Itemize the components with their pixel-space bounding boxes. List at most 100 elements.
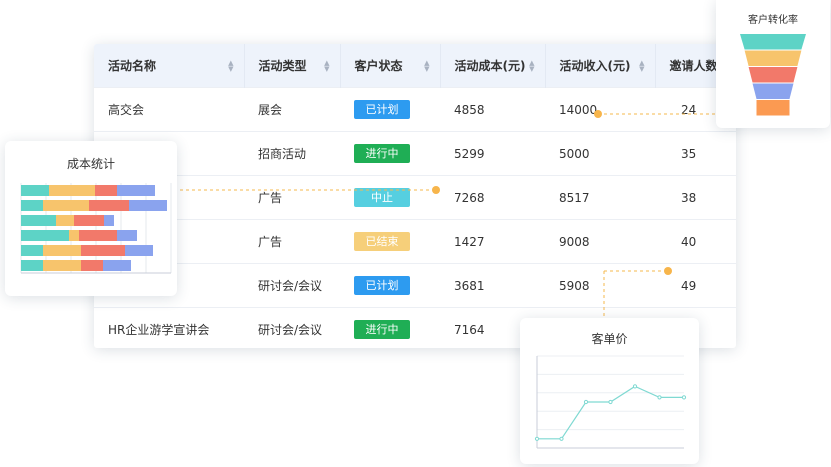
cell-status: 已计划 <box>340 263 440 308</box>
column-header-4[interactable]: 活动收入(元) ▲ ▼ <box>545 44 656 88</box>
funnel-level-4 <box>756 100 790 116</box>
column-header-1[interactable]: 活动类型 ▲ ▼ <box>244 44 341 88</box>
cell-income: 14000 <box>545 87 655 132</box>
cost-bar-2-3 <box>104 215 114 226</box>
cost-bar-0-0 <box>21 185 49 196</box>
sort-icon[interactable]: ▲ ▼ <box>228 59 233 72</box>
price-point-5 <box>657 395 662 400</box>
unit-price-card: 客单价 <box>520 318 699 464</box>
cost-bar-5-1 <box>43 260 81 271</box>
cell-cost: 4858 <box>440 87 545 132</box>
price-point-6 <box>681 395 687 400</box>
cell-cost: 1427 <box>440 219 545 264</box>
cell-type: 展会 <box>244 87 340 132</box>
cell-type: 广告 <box>244 219 340 264</box>
cost-bar-2-1 <box>56 215 74 226</box>
status-badge: 进行中 <box>354 320 410 339</box>
column-header-label: 活动收入(元) <box>559 59 631 73</box>
cell-name: HR企业游学宣讲会 <box>94 307 244 348</box>
column-header-2[interactable]: 客户状态 ▲ ▼ <box>340 44 441 88</box>
cell-invites: 40 <box>655 219 736 264</box>
cost-stats-chart <box>20 183 172 274</box>
status-badge: 进行中 <box>354 144 410 163</box>
cell-income: 5908 <box>545 263 655 308</box>
cell-invites: 35 <box>655 131 736 176</box>
cost-bar-0-3 <box>117 185 155 196</box>
cell-income: 8517 <box>545 175 655 220</box>
status-badge: 已计划 <box>354 276 410 295</box>
sort-icon[interactable]: ▲ ▼ <box>424 59 429 72</box>
table-row[interactable]: 高交会 展会 已计划 4858 14000 24 <box>94 87 736 132</box>
price-point-4 <box>632 384 638 389</box>
table-row[interactable]: 招商活动招商活动进行中5299500035 <box>94 131 736 176</box>
cost-bar-1-2 <box>89 200 129 211</box>
table-row[interactable]: 合作大会研讨会/会议已计划3681590849 <box>94 263 736 308</box>
column-header-3[interactable]: 活动成本(元) ▲ ▼ <box>440 44 546 88</box>
cost-bar-1-1 <box>43 200 89 211</box>
cell-cost: 3681 <box>440 263 545 308</box>
cell-cost: 5299 <box>440 131 545 176</box>
funnel-level-3 <box>752 83 794 99</box>
table-header-row: 活动名称 ▲ ▼ 活动类型 ▲ ▼ 客户状态 ▲ ▼ 活动成本(元) ▲ ▼ 活动收入(元) ▲ ▼ 邀请人数 <box>94 44 736 88</box>
cost-bar-1-3 <box>129 200 167 211</box>
sort-icon[interactable]: ▲ ▼ <box>639 59 644 72</box>
sort-icon[interactable]: ▲ ▼ <box>324 59 329 72</box>
cost-bar-4-1 <box>43 245 81 256</box>
cell-type: 招商活动 <box>244 131 340 176</box>
cost-bar-3-3 <box>117 230 137 241</box>
table-body: 高交会展会已计划48581400024招商活动招商活动进行中5299500035… <box>94 87 736 348</box>
activity-table-card: 活动名称 ▲ ▼ 活动类型 ▲ ▼ 客户状态 ▲ ▼ 活动成本(元) ▲ ▼ 活动收入(元) ▲ ▼ 邀请人数… <box>94 44 736 348</box>
cell-invites: 38 <box>655 175 736 220</box>
cell-type: 广告 <box>244 175 340 220</box>
cell-status: 中止 <box>340 175 440 220</box>
cost-bar-4-0 <box>21 245 43 256</box>
cell-status: 进行中 <box>340 307 440 348</box>
cost-bar-4-3 <box>125 245 153 256</box>
column-header-label: 活动名称 <box>108 59 157 73</box>
sort-icon[interactable]: ▲ ▼ <box>529 59 534 72</box>
cell-income: 9008 <box>545 219 655 264</box>
cell-invites: 49 <box>655 263 736 308</box>
cost-bar-5-3 <box>103 260 131 271</box>
column-header-label: 活动成本(元) <box>454 59 526 73</box>
cell-status: 已结束 <box>340 219 440 264</box>
status-badge: 已计划 <box>354 100 410 119</box>
price-line <box>537 385 684 440</box>
cost-bar-5-2 <box>81 260 103 271</box>
cost-bar-3-0 <box>21 230 69 241</box>
cost-bar-5-0 <box>21 260 43 271</box>
cost-bar-3-1 <box>69 230 79 241</box>
cell-type: 研讨会/会议 <box>244 307 340 348</box>
status-badge: 中止 <box>354 188 410 207</box>
cell-status: 进行中 <box>340 131 440 176</box>
cost-bar-0-1 <box>49 185 95 196</box>
funnel-chart <box>740 34 806 116</box>
price-point-3 <box>608 399 613 405</box>
cell-status: 已计划 <box>340 87 440 132</box>
cost-bar-4-2 <box>81 245 125 256</box>
funnel-level-1 <box>744 50 802 66</box>
cost-stats-card: 成本统计 <box>5 141 177 296</box>
funnel-level-2 <box>748 67 798 83</box>
conversion-funnel-card: 客户转化率 <box>716 0 830 128</box>
price-point-2 <box>583 399 589 405</box>
cell-type: 研讨会/会议 <box>244 263 340 308</box>
cell-cost: 7268 <box>440 175 545 220</box>
cost-bar-0-2 <box>95 185 117 196</box>
unit-price-chart <box>534 355 687 449</box>
price-point-0 <box>534 436 540 441</box>
price-point-1 <box>559 436 564 441</box>
column-header-label: 活动类型 <box>258 59 307 73</box>
table-row[interactable]: 广告 中止 7268 8517 38 <box>94 175 736 220</box>
column-header-0[interactable]: 活动名称 ▲ ▼ <box>94 44 245 88</box>
cost-bar-2-0 <box>21 215 56 226</box>
cell-income: 5000 <box>545 131 655 176</box>
table-row[interactable]: 告推广广告已结束1427900840 <box>94 219 736 264</box>
column-header-label: 客户状态 <box>354 59 403 73</box>
activity-table: 活动名称 ▲ ▼ 活动类型 ▲ ▼ 客户状态 ▲ ▼ 活动成本(元) ▲ ▼ 活动收入(元) ▲ ▼ 邀请人数… <box>94 44 736 348</box>
column-header-label: 邀请人数 <box>669 59 718 73</box>
cost-bar-1-0 <box>21 200 43 211</box>
status-badge: 已结束 <box>354 232 410 251</box>
cost-bar-3-2 <box>79 230 117 241</box>
cost-bar-2-2 <box>74 215 104 226</box>
